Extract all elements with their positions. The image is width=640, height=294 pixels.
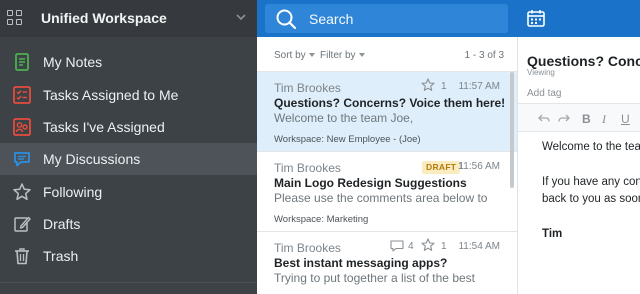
workspace-header[interactable]: Unified Workspace [0, 0, 257, 37]
list-item[interactable]: Tim Brookes 1 11:57 AM Questions? Concer… [257, 72, 517, 152]
filter-bar: Sort by Filter by 1 - 3 of 3 [257, 37, 518, 72]
grid-icon [7, 10, 23, 26]
body-line: If you have any concerns, feel free to g… [542, 176, 640, 188]
sort-by-dropdown[interactable]: Sort by [274, 50, 315, 61]
sidebar-item-label: Drafts [43, 216, 81, 232]
item-time: 11:56 AM [458, 161, 500, 172]
sidebar-item-trash[interactable]: Trash [0, 240, 257, 272]
item-time: 11:54 AM [458, 241, 500, 252]
star-count: 1 [441, 241, 447, 252]
sidebar-item-label: My Notes [43, 54, 103, 70]
star-icon[interactable] [421, 238, 435, 252]
item-title: Main Logo Redesign Suggestions [274, 176, 467, 190]
chevron-down-icon[interactable] [236, 13, 246, 21]
italic-button[interactable]: I [602, 112, 606, 127]
item-snippet: Please use the comments area below to [274, 191, 488, 205]
star-count: 1 [441, 81, 447, 92]
item-author: Tim Brookes [274, 241, 341, 255]
trash-icon [15, 248, 29, 265]
search-input[interactable]: Search [265, 4, 508, 33]
star-icon [13, 183, 31, 201]
discussion-list: Search Sort by Filter by 1 - 3 of 3 Tim … [257, 0, 518, 294]
add-tag-input[interactable]: Add tag [527, 88, 561, 99]
sidebar-item-drafts[interactable]: Drafts [0, 208, 257, 240]
redo-icon[interactable] [558, 112, 570, 124]
search-placeholder: Search [309, 11, 354, 27]
list-item[interactable]: Tim Brookes 4 1 11:54 AM Best instant me… [257, 232, 517, 294]
item-workspace: Workspace: New Employee - (Joe) [274, 134, 421, 145]
sidebar-divider [0, 282, 257, 283]
sidebar-item-label: Tasks I've Assigned [43, 119, 165, 135]
reading-pane: Questions? Concerns? Voice them here! Vi… [518, 0, 640, 294]
sidebar-item-my-discussions[interactable]: My Discussions [0, 143, 257, 175]
item-time: 11:57 AM [458, 81, 500, 92]
pane-header-bar [518, 0, 640, 37]
task-list-icon [13, 86, 31, 104]
result-count: 1 - 3 of 3 [464, 50, 504, 61]
draft-badge: DRAFT [422, 161, 461, 174]
item-snippet: Trying to put together a list of the bes… [274, 271, 475, 285]
filter-by-dropdown[interactable]: Filter by [320, 50, 365, 61]
sidebar-item-label: Trash [43, 248, 79, 264]
caret-down-icon [358, 53, 365, 57]
pencil-icon [14, 216, 31, 232]
body-line: back to you as soon as possible. [542, 193, 640, 205]
note-icon [15, 53, 29, 71]
chat-icon [14, 152, 30, 167]
editor-toolbar: B I U [518, 104, 640, 132]
bold-button[interactable]: B [582, 112, 591, 126]
underline-button[interactable]: U [621, 112, 630, 126]
sidebar-item-label: Following [43, 184, 103, 200]
comment-count: 4 [408, 241, 414, 252]
star-icon[interactable] [421, 78, 435, 92]
calendar-icon[interactable] [526, 8, 546, 28]
discussion-title: Questions? Concerns? Voice them here! [527, 53, 640, 69]
workspace-title: Unified Workspace [41, 10, 167, 26]
list-scrollbar[interactable] [510, 72, 514, 188]
search-icon [276, 9, 297, 30]
list-item[interactable]: Tim Brookes DRAFT 1 11:56 AM Main Logo R… [257, 152, 517, 232]
item-title: Best instant messaging apps? [274, 256, 448, 270]
search-bar: Search [257, 0, 518, 37]
sidebar-item-following[interactable]: Following [0, 176, 257, 208]
viewing-label: Viewing [527, 68, 555, 77]
item-snippet: Welcome to the team Joe, [274, 111, 414, 125]
signature: Tim [542, 228, 563, 240]
body-line: Welcome to the team Joe, [542, 141, 640, 153]
sidebar-item-label: Tasks Assigned to Me [43, 87, 179, 103]
sidebar-item-tasks-assigned-to-me[interactable]: Tasks Assigned to Me [0, 79, 257, 111]
item-workspace: Workspace: Marketing [274, 214, 369, 225]
caret-down-icon [308, 53, 315, 57]
item-author: Tim Brookes [274, 81, 341, 95]
undo-icon[interactable] [538, 112, 550, 124]
sidebar-item-label: My Discussions [43, 151, 141, 167]
item-author: Tim Brookes [274, 161, 341, 175]
item-title: Questions? Concerns? Voice them here! [274, 96, 506, 110]
sidebar-item-my-notes[interactable]: My Notes [0, 46, 257, 78]
assign-task-icon [13, 118, 31, 136]
comment-icon [390, 240, 404, 252]
sidebar: Unified Workspace My Notes Tasks Assigne… [0, 0, 257, 294]
sidebar-item-tasks-ive-assigned[interactable]: Tasks I've Assigned [0, 111, 257, 143]
